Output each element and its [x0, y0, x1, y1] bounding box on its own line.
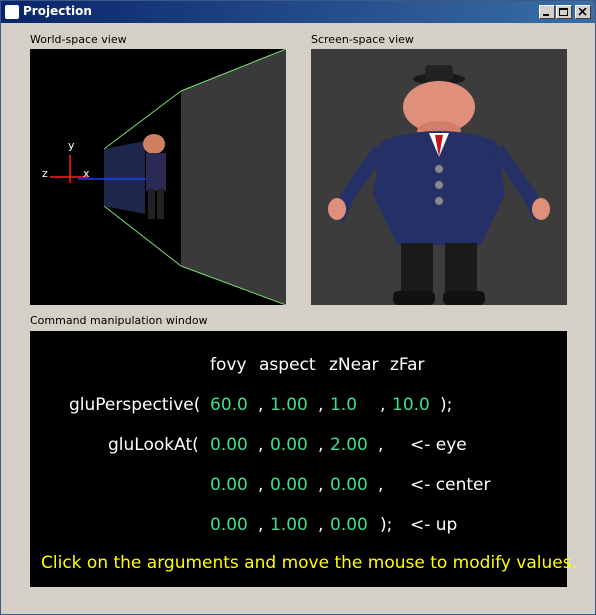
comma: , — [318, 435, 324, 455]
z-axis-label: z — [42, 167, 48, 180]
eye-x-value[interactable]: 0.00 — [210, 435, 248, 455]
eye-note: <- eye — [410, 435, 467, 455]
eye-y-value[interactable]: 0.00 — [270, 435, 308, 455]
y-axis-label: y — [68, 139, 75, 152]
glu-perspective-label: gluPerspective( — [69, 395, 201, 415]
screen-space-view[interactable] — [311, 49, 567, 305]
command-manipulation-window[interactable]: fovy aspect zNear zFar gluPerspective( 6… — [30, 331, 567, 587]
comma: , — [378, 435, 384, 455]
zfar-value[interactable]: 10.0 — [392, 395, 430, 415]
fovy-value[interactable]: 60.0 — [210, 395, 248, 415]
usage-hint: Click on the arguments and move the mous… — [41, 553, 578, 573]
world-view-label: World-space view — [30, 33, 127, 46]
comma: , — [318, 515, 324, 535]
window-title: Projection — [23, 4, 92, 18]
maximize-icon — [559, 8, 568, 16]
command-window-label: Command manipulation window — [30, 314, 208, 327]
eye-z-value[interactable]: 2.00 — [330, 435, 368, 455]
up-y-value[interactable]: 1.00 — [270, 515, 308, 535]
center-note: <- center — [410, 475, 491, 495]
up-x-value[interactable]: 0.00 — [210, 515, 248, 535]
app-window: Projection World-space view Screen-space… — [0, 0, 596, 615]
world-space-view[interactable]: y z x — [30, 48, 287, 306]
header-aspect: aspect — [259, 355, 316, 375]
cartoon-character-small — [143, 134, 166, 219]
close-icon — [578, 8, 587, 16]
comma: , — [378, 475, 384, 495]
comma: , — [258, 475, 264, 495]
znear-value[interactable]: 1.0 — [330, 395, 357, 415]
lookat-close: ); — [380, 515, 393, 535]
minimize-button[interactable] — [539, 5, 555, 19]
cartoon-character — [328, 65, 550, 305]
comma: , — [258, 435, 264, 455]
comma: , — [258, 395, 264, 415]
header-fovy: fovy — [210, 355, 247, 375]
x-axis-label: x — [83, 167, 90, 180]
aspect-value[interactable]: 1.00 — [270, 395, 308, 415]
world-scene — [50, 48, 287, 306]
perspective-close: ); — [440, 395, 453, 415]
screen-view-label: Screen-space view — [311, 33, 414, 46]
center-y-value[interactable]: 0.00 — [270, 475, 308, 495]
center-x-value[interactable]: 0.00 — [210, 475, 248, 495]
close-button[interactable] — [575, 5, 591, 19]
minimize-icon — [543, 14, 549, 16]
comma: , — [258, 515, 264, 535]
header-zfar: zFar — [390, 355, 425, 375]
header-znear: zNear — [329, 355, 379, 375]
glu-lookat-label: gluLookAt( — [108, 435, 199, 455]
title-bar[interactable]: Projection — [1, 1, 595, 23]
app-icon — [5, 5, 19, 19]
comma: , — [318, 395, 324, 415]
comma: , — [318, 475, 324, 495]
up-z-value[interactable]: 0.00 — [330, 515, 368, 535]
maximize-button[interactable] — [556, 5, 572, 19]
center-z-value[interactable]: 0.00 — [330, 475, 368, 495]
comma: , — [380, 395, 386, 415]
up-note: <- up — [410, 515, 458, 535]
